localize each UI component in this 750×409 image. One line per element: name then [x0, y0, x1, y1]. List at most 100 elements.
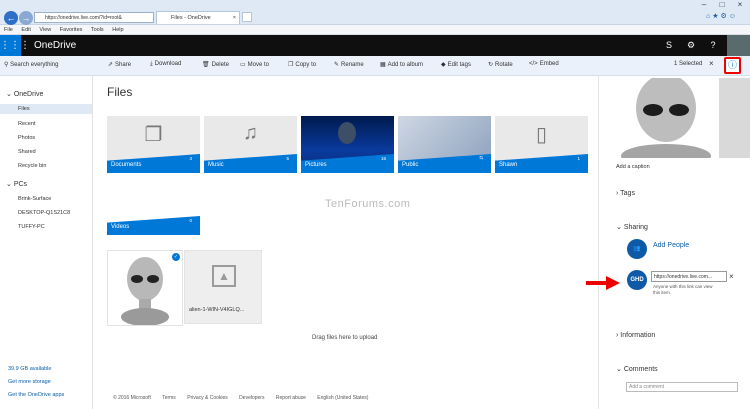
information-section[interactable]: › Information: [616, 332, 655, 339]
chevron-down-icon: ⌄: [6, 91, 14, 98]
avatar[interactable]: [727, 35, 750, 56]
menu-view[interactable]: View: [39, 27, 51, 33]
folder-music[interactable]: ♫ Music 5: [204, 116, 297, 173]
skype-icon[interactable]: S: [661, 38, 677, 53]
folder-name: Music: [208, 162, 224, 168]
sidebar-pcs-heading[interactable]: ⌄ PCs: [0, 179, 27, 190]
chevron-down-icon: ⌄: [6, 181, 14, 188]
delete-label: Delete: [211, 62, 229, 68]
sidebar-item-photos[interactable]: Photos: [0, 133, 92, 143]
sidebar-item-files[interactable]: Files: [0, 104, 92, 114]
menu-file[interactable]: File: [4, 27, 13, 33]
sidebar-item-shared[interactable]: Shared: [0, 147, 92, 157]
menu-edit[interactable]: Edit: [21, 27, 30, 33]
preview-image: [611, 78, 750, 158]
folder-public[interactable]: Public ⇆: [398, 116, 491, 173]
developers-link[interactable]: Developers: [239, 395, 264, 401]
report-abuse-link[interactable]: Report abuse: [276, 395, 306, 401]
address-bar[interactable]: https://onedrive.live.com/?id=root&: [34, 12, 154, 23]
tab-title: Files - OneDrive: [171, 15, 211, 21]
edit-tags-button[interactable]: ◆ Edit tags: [441, 61, 471, 68]
folder-count: 0: [189, 218, 192, 223]
comment-input[interactable]: Add a comment: [626, 382, 738, 392]
add-caption[interactable]: Add a caption: [616, 164, 650, 170]
embed-icon: </>: [529, 61, 538, 67]
menu-favorites[interactable]: Favorites: [60, 27, 83, 33]
embed-button[interactable]: </> Embed: [529, 61, 559, 67]
sidebar-pc-brink-surface[interactable]: Brink-Surface: [0, 194, 92, 204]
app-launcher-icon[interactable]: ⋮⋮⋮: [0, 35, 30, 56]
rename-button[interactable]: ✎ Rename: [334, 61, 364, 68]
folder-name: Videos: [111, 224, 130, 230]
terms-link[interactable]: Terms: [162, 395, 176, 401]
add-to-album-label: Add to album: [387, 62, 424, 68]
share-link-avatar: GHD: [627, 270, 647, 290]
comments-section[interactable]: ⌄ Comments: [616, 365, 658, 373]
album-icon: ▦: [380, 62, 386, 68]
information-label: Information: [620, 332, 656, 339]
copy-icon: ❐: [288, 62, 294, 68]
copy-to-button[interactable]: ❐ Copy to: [288, 61, 316, 68]
folder-count: 3: [189, 156, 192, 161]
file-alien-image[interactable]: ▲ alien-1-WIN-V4IGLQ...: [184, 250, 262, 324]
shared-icon: ⇆: [479, 155, 483, 160]
rename-icon: ✎: [334, 62, 340, 68]
browser-tab[interactable]: Files - OneDrive ×: [156, 11, 240, 24]
new-tab-button[interactable]: [242, 12, 252, 22]
privacy-link[interactable]: Privacy & Cookies: [187, 395, 228, 401]
search-box[interactable]: ⚲ Search everything: [4, 61, 58, 68]
sharing-label: Sharing: [623, 224, 648, 231]
download-icon: ⤓: [150, 61, 153, 67]
move-icon: ▭: [240, 62, 246, 68]
document-icon: ▯: [535, 124, 547, 146]
menu-tools[interactable]: Tools: [91, 27, 104, 33]
sidebar-onedrive-heading[interactable]: ⌄ OneDrive: [0, 89, 43, 100]
link-note: Anyone with this link can view this item…: [653, 284, 713, 295]
back-icon[interactable]: ←: [4, 11, 18, 25]
storage-available[interactable]: 39.9 GB available: [8, 366, 51, 372]
language-link[interactable]: English (United States): [317, 395, 368, 401]
sharing-section[interactable]: ⌄ Sharing: [616, 223, 648, 231]
add-to-album-button[interactable]: ▦ Add to album: [380, 61, 423, 68]
move-to-button[interactable]: ▭ Move to: [240, 61, 269, 68]
forward-icon[interactable]: →: [19, 11, 33, 25]
file-name: alien-1-WIN-V4IGLQ...: [189, 307, 245, 313]
download-button[interactable]: ⤓ Download: [150, 61, 181, 68]
remove-link-icon[interactable]: ×: [729, 272, 734, 281]
add-people-link[interactable]: Add People: [653, 242, 689, 249]
get-apps-link[interactable]: Get the OneDrive apps: [8, 392, 64, 398]
file-alien-image-selected[interactable]: ✓: [107, 250, 183, 326]
menu-help[interactable]: Help: [112, 27, 123, 33]
tags-section[interactable]: › Tags: [616, 190, 635, 197]
folder-pictures[interactable]: Pictures 16: [301, 116, 394, 173]
menu-bar: File Edit View Favorites Tools Help: [0, 25, 750, 35]
gear-icon[interactable]: ⚙: [683, 38, 699, 53]
clear-selection-icon[interactable]: ×: [709, 59, 714, 68]
sidebar-onedrive-label: OneDrive: [13, 91, 44, 98]
close-tab-icon[interactable]: ×: [233, 12, 236, 24]
checkmark-icon[interactable]: ✓: [172, 253, 180, 261]
share-button[interactable]: ⇗ Share: [108, 61, 131, 68]
alien-image: [121, 257, 169, 326]
get-more-storage-link[interactable]: Get more storage: [8, 379, 51, 385]
sidebar-item-recycle-bin[interactable]: Recycle bin: [0, 161, 92, 171]
help-icon[interactable]: ?: [705, 38, 721, 53]
copyright: © 2016 Microsoft: [113, 395, 151, 401]
delete-button[interactable]: 🗑 Delete: [202, 61, 229, 68]
close-window-icon[interactable]: ×: [731, 0, 749, 10]
share-link-field[interactable]: https://onedrive.live.com...: [651, 271, 727, 282]
info-icon[interactable]: ⓘ: [724, 57, 741, 74]
sidebar-pc-desktop[interactable]: DESKTOP-Q1S21C8: [0, 208, 92, 218]
share-label: Share: [115, 62, 132, 68]
sidebar-pc-tuffy[interactable]: TUFFY-PC: [0, 222, 92, 232]
home-favorites-settings-icons[interactable]: ⌂★⚙☺: [706, 12, 738, 20]
add-people-icon[interactable]: 👥: [627, 239, 647, 259]
folder-documents[interactable]: ❐ Documents 3: [107, 116, 200, 173]
sidebar: ⌄ OneDrive Files Recent Photos Shared Re…: [0, 76, 93, 409]
minimize-icon[interactable]: –: [695, 0, 713, 10]
folder-videos[interactable]: Videos 0: [107, 178, 200, 235]
rotate-button[interactable]: ↻ Rotate: [488, 61, 513, 68]
folder-shawn[interactable]: ▯ Shawn 1: [495, 116, 588, 173]
maximize-icon[interactable]: □: [713, 0, 731, 10]
sidebar-item-recent[interactable]: Recent: [0, 119, 92, 129]
